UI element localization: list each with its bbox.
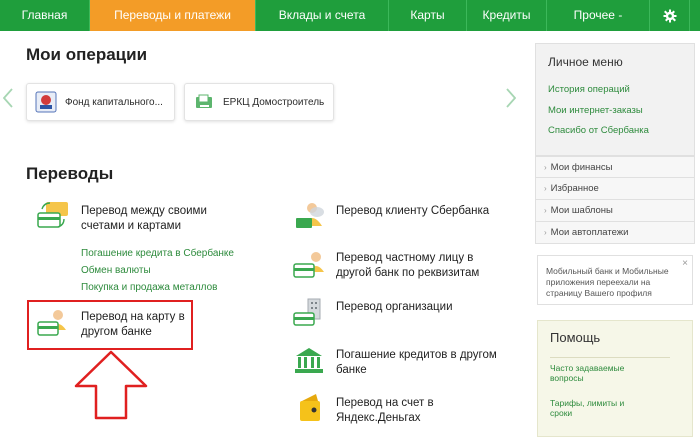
highlight-frame (27, 300, 193, 350)
operation-card[interactable]: ЕРКЦ Домостроитель (184, 83, 334, 121)
chevron-right-icon: › (544, 184, 547, 193)
nav-home[interactable]: Главная (0, 0, 90, 31)
sidebar-item-label: Избранное (550, 183, 599, 194)
help-panel: Помощь Часто задаваемые вопросы Тарифы, … (537, 320, 693, 437)
internet-orders-link[interactable]: Мои интернет-заказы (548, 105, 643, 116)
repay-other-bank-credit-link[interactable]: Погашение кредитов в другом банке (336, 348, 506, 378)
person-card-icon (293, 252, 324, 278)
transfer-organization-link[interactable]: Перевод организации (336, 300, 496, 315)
chevron-right-icon: › (544, 228, 547, 237)
bank-icon (295, 348, 323, 373)
chevron-right-icon (506, 88, 517, 108)
sidebar-item-favorites[interactable]: › Избранное (535, 178, 695, 200)
office-card-icon (293, 298, 321, 326)
nav-cards[interactable]: Карты (389, 0, 467, 31)
carousel-prev-button[interactable] (2, 88, 13, 114)
operation-card-label: Фонд капитального... (65, 96, 163, 108)
gear-icon (663, 9, 676, 22)
repay-sberbank-credit-link[interactable]: Погашение кредита в Сбербанке (81, 248, 234, 259)
sidebar-item-finances[interactable]: › Мои финансы (535, 156, 695, 178)
top-nav: Главная Переводы и платежи Вклады и счет… (0, 0, 700, 31)
transfers-title: Переводы (26, 164, 114, 183)
close-icon[interactable]: × (682, 258, 688, 269)
spasibo-link[interactable]: Спасибо от Сбербанка (548, 125, 649, 136)
transfer-private-person-link[interactable]: Перевод частному лицу в другой банк по р… (336, 251, 496, 281)
mobile-bank-notice: × Мобильный банк и Мобильные приложения … (537, 255, 693, 305)
transfer-sberbank-client-link[interactable]: Перевод клиенту Сбербанка (336, 204, 511, 219)
nav-other[interactable]: Прочее - (547, 0, 650, 31)
nav-transfers-payments[interactable]: Переводы и платежи (90, 0, 256, 31)
operations-title: Мои операции (26, 45, 148, 64)
personal-menu: Личное меню История операций Мои интерне… (535, 43, 695, 156)
sidebar-item-autopayments[interactable]: › Мои автоплатежи (535, 222, 695, 244)
help-title: Помощь (550, 330, 601, 345)
cards-exchange-icon (37, 202, 68, 228)
metals-trade-link[interactable]: Покупка и продажа металлов (81, 282, 217, 293)
yandex-wallet-icon (300, 394, 320, 421)
carousel-next-button[interactable] (506, 88, 517, 114)
chevron-left-icon (2, 88, 13, 108)
settings-button[interactable] (650, 0, 690, 31)
sidebar-item-label: Мои шаблоны (550, 205, 613, 216)
receipt-card-icon (196, 94, 212, 108)
tariffs-link[interactable]: Тарифы, лимиты и сроки (550, 398, 640, 418)
sidebar-item-label: Мои финансы (550, 162, 613, 173)
currency-exchange-link[interactable]: Обмен валюты (81, 265, 151, 276)
chevron-right-icon: › (544, 206, 547, 215)
person-card-icon (296, 203, 324, 228)
help-divider (550, 357, 670, 358)
history-link[interactable]: История операций (548, 84, 630, 95)
fund-logo-icon (35, 91, 57, 113)
operation-card[interactable]: Фонд капитального... (26, 83, 175, 121)
sidebar-item-label: Мои автоплатежи (550, 227, 629, 238)
faq-link[interactable]: Часто задаваемые вопросы (550, 363, 650, 383)
pointer-arrow (74, 350, 148, 420)
notice-text: Мобильный банк и Мобильные приложения пе… (546, 266, 669, 298)
nav-deposits-accounts[interactable]: Вклады и счета (256, 0, 389, 31)
operation-card-label: ЕРКЦ Домостроитель (223, 96, 325, 108)
sidebar-item-templates[interactable]: › Мои шаблоны (535, 200, 695, 222)
transfer-yandex-money-link[interactable]: Перевод на счет в Яндекс.Деньгах (336, 396, 486, 426)
chevron-right-icon: › (544, 163, 547, 172)
transfer-own-accounts-link[interactable]: Перевод между своими счетами и картами (81, 204, 221, 234)
nav-credits[interactable]: Кредиты (467, 0, 547, 31)
personal-menu-title: Личное меню (548, 55, 623, 69)
